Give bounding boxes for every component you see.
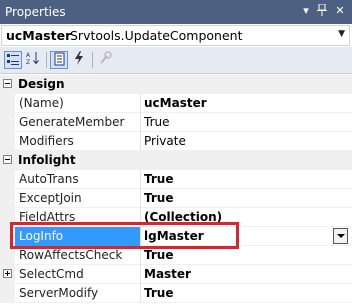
svg-text:Z: Z: [26, 59, 30, 65]
property-row-autotrans[interactable]: AutoTrans True: [0, 170, 352, 189]
property-name: AutoTrans: [19, 172, 79, 186]
property-name: LogInfo: [19, 229, 64, 243]
lightning-icon: [72, 51, 86, 68]
property-name: ExceptJoin: [19, 191, 82, 205]
object-type: Srvtools.UpdateComponent: [70, 28, 243, 43]
window-title: Properties: [5, 5, 66, 19]
property-value[interactable]: True: [144, 248, 173, 262]
window-menu-icon[interactable]: ▾: [299, 4, 313, 18]
pin-icon[interactable]: [315, 3, 329, 18]
property-value[interactable]: Private: [144, 134, 186, 148]
property-row-fieldattrs[interactable]: FieldAttrs (Collection): [0, 208, 352, 227]
alphabetical-button[interactable]: AZ: [24, 51, 42, 69]
property-value[interactable]: True: [144, 172, 173, 186]
value-dropdown-button[interactable]: [333, 228, 348, 244]
object-name: ucMaster: [6, 28, 72, 43]
property-value[interactable]: lgMaster: [144, 229, 204, 243]
category-label: Design: [18, 77, 65, 91]
chevron-down-icon[interactable]: ▼: [338, 29, 345, 39]
property-row-loginfo[interactable]: LogInfo lgMaster: [0, 227, 352, 246]
property-name: SelectCmd: [19, 267, 84, 281]
property-grid: Design (Name) ucMaster GenerateMember Tr…: [0, 75, 352, 307]
properties-page-icon: [52, 52, 66, 69]
property-value[interactable]: True: [144, 286, 173, 300]
category-label: Infolight: [18, 153, 76, 167]
property-row-servermodify[interactable]: ServerModify True: [0, 284, 352, 303]
svg-text:A: A: [26, 52, 31, 59]
property-row-selectcmd[interactable]: SelectCmd Master: [0, 265, 352, 284]
property-name: (Name): [19, 96, 64, 110]
property-name: GenerateMember: [19, 115, 125, 129]
property-pages-button[interactable]: [96, 51, 114, 69]
property-row-name[interactable]: (Name) ucMaster: [0, 94, 352, 113]
properties-button[interactable]: [50, 51, 68, 69]
category-infolight[interactable]: Infolight: [0, 151, 352, 170]
property-row-exceptjoin[interactable]: ExceptJoin True: [0, 189, 352, 208]
property-name: FieldAttrs: [19, 210, 76, 224]
object-selector[interactable]: ucMaster Srvtools.UpdateComponent ▼: [1, 25, 350, 46]
toolbar: AZ: [0, 47, 352, 74]
property-row-rowaffectscheck[interactable]: RowAffectsCheck True: [0, 246, 352, 265]
chevron-down-icon: [337, 234, 345, 238]
alphabetical-sort-icon: AZ: [26, 52, 40, 68]
categorized-icon: [6, 54, 20, 69]
property-value[interactable]: True: [144, 191, 173, 205]
property-value[interactable]: (Collection): [144, 210, 222, 224]
property-value[interactable]: ucMaster: [144, 96, 207, 110]
collapse-icon[interactable]: [3, 155, 12, 164]
property-row-generatemember[interactable]: GenerateMember True: [0, 113, 352, 132]
property-value[interactable]: True: [144, 115, 170, 129]
wrench-icon: [98, 51, 112, 68]
expand-icon[interactable]: [3, 269, 12, 278]
property-row-modifiers[interactable]: Modifiers Private: [0, 132, 352, 151]
collapse-icon[interactable]: [3, 79, 12, 88]
property-value[interactable]: Master: [144, 267, 191, 281]
category-design[interactable]: Design: [0, 75, 352, 94]
property-name: ServerModify: [19, 286, 99, 300]
title-bar: Properties ▾ ✕: [0, 0, 352, 24]
categorized-button[interactable]: [4, 51, 22, 69]
property-name: Modifiers: [19, 134, 74, 148]
close-icon[interactable]: ✕: [333, 4, 347, 18]
events-button[interactable]: [70, 51, 88, 69]
property-name: RowAffectsCheck: [19, 248, 123, 262]
